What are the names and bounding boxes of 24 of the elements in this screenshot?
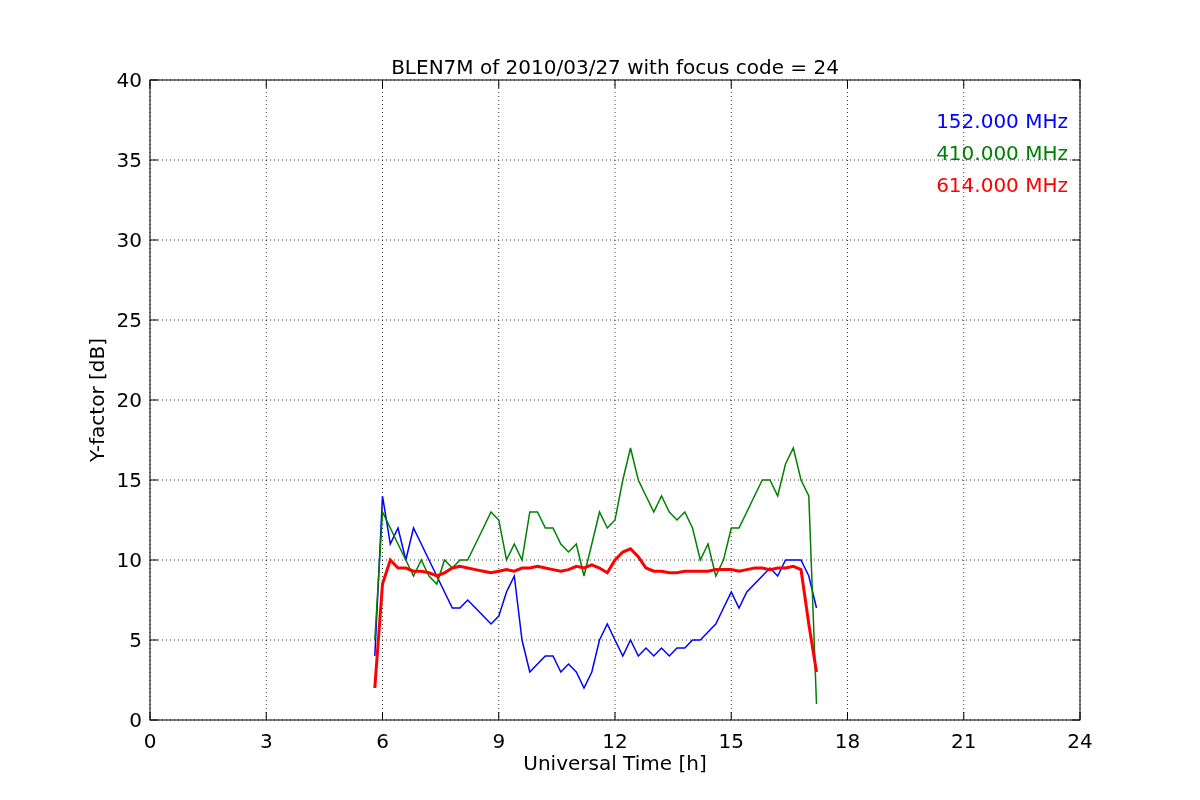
tick-label: 15 — [718, 729, 744, 753]
tick-label: 18 — [834, 729, 861, 753]
axis-label: Y-factor [dB] — [85, 338, 109, 462]
tick-label: 15 — [116, 468, 142, 492]
tick-label: 3 — [259, 729, 273, 753]
chart-title: BLEN7M of 2010/03/27 with focus code = 24 — [391, 55, 839, 79]
tick-label: 35 — [116, 148, 142, 172]
tick-label: 0 — [129, 708, 142, 732]
tick-label: 0 — [143, 729, 157, 753]
tick-label: 30 — [116, 228, 142, 252]
legend-label: 614.000 MHz — [936, 173, 1068, 197]
tick-label: 10 — [116, 548, 142, 572]
tick-label: 5 — [129, 628, 142, 652]
tick-label: 40 — [116, 68, 142, 92]
tick-label: 20 — [116, 388, 142, 412]
legend-label: 410.000 MHz — [936, 141, 1068, 165]
tick-label: 9 — [492, 729, 506, 753]
tick-label: 24 — [1067, 729, 1093, 753]
tick-label: 6 — [376, 729, 389, 753]
axis-label: Universal Time [h] — [523, 751, 707, 775]
tick-label: 21 — [951, 729, 977, 753]
tick-label: 25 — [116, 308, 142, 332]
tick-label: 12 — [602, 729, 628, 753]
legend-label: 152.000 MHz — [936, 109, 1068, 133]
